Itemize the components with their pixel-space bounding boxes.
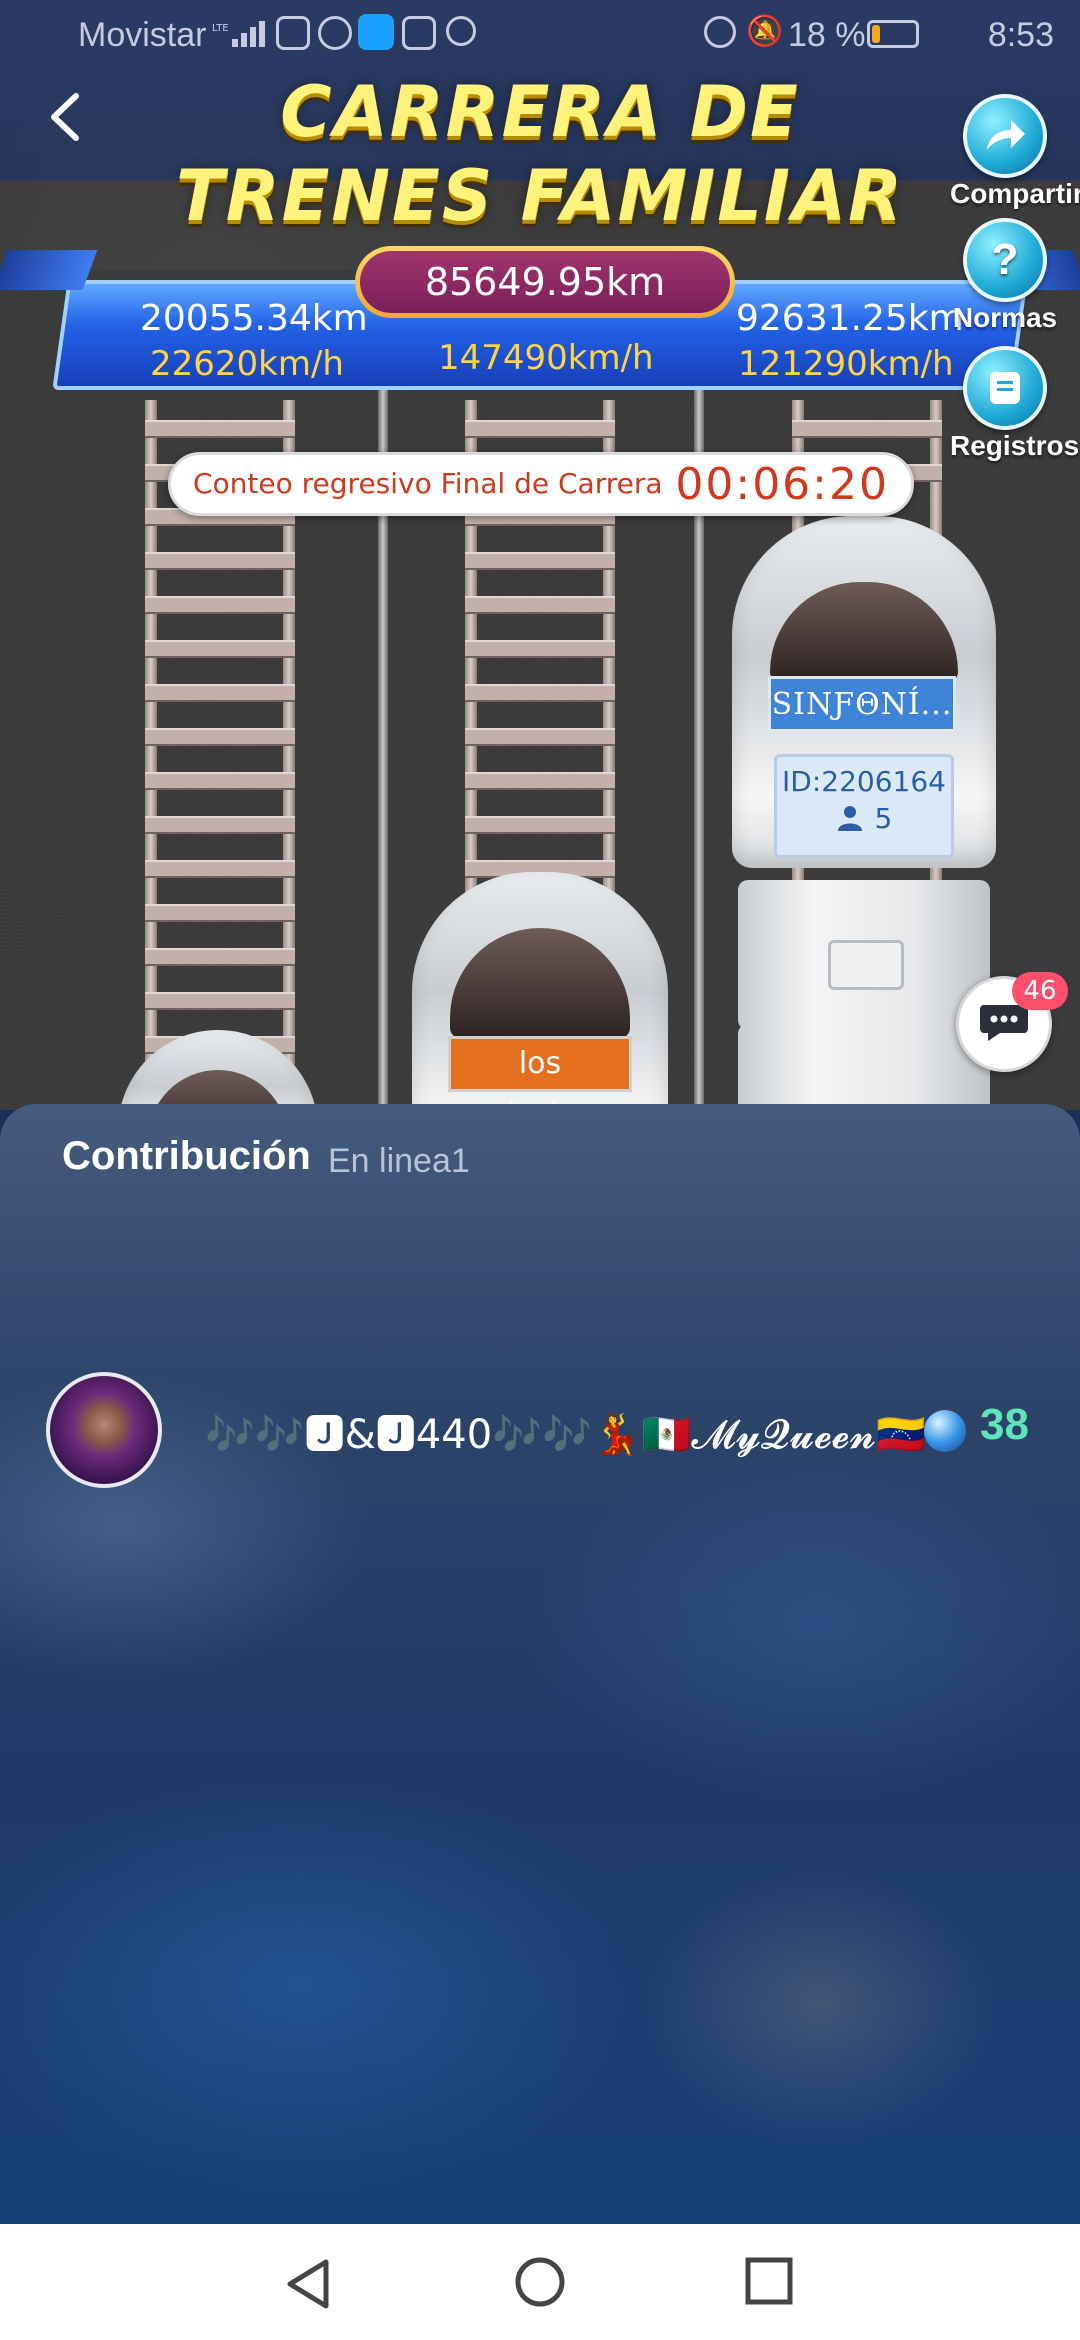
records-button[interactable]: Registros (950, 346, 1080, 462)
train-right-car (738, 1024, 990, 1110)
lane-distance: 92631.25km (736, 298, 964, 339)
train-middle-name: los extrate... (448, 1036, 632, 1110)
back-button[interactable] (46, 92, 86, 141)
lane-speed: 121290km/h (738, 344, 954, 384)
share-label: Compartir (950, 178, 1080, 209)
train-right-id-panel: ID:2206164 5 (774, 754, 954, 858)
train-right-car (738, 880, 990, 1030)
countdown-panel: Conteo regresivo Final de Carrera 00:06:… (168, 452, 914, 516)
records-icon (963, 346, 1047, 430)
title-line: CARRERA DE (280, 71, 800, 153)
title-line: TRENES FAMILIAR (175, 155, 905, 237)
chat-unread-badge: 46 (1012, 972, 1068, 1010)
signal-icon: LTE (212, 18, 268, 58)
lane-speed: 147490km/h (438, 338, 654, 378)
back-nav-icon[interactable] (282, 2256, 334, 2309)
member-icon (836, 802, 875, 835)
share-button[interactable]: Compartir (950, 94, 1080, 210)
avatar[interactable] (46, 1372, 162, 1488)
alarm-icon (704, 16, 736, 48)
mute-icon: 🔕 (746, 14, 784, 49)
countdown-label: Conteo regresivo Final de Carrera (193, 467, 663, 500)
battery-level (872, 25, 880, 43)
app-icon (446, 16, 476, 46)
app-icon (276, 16, 310, 50)
train-right-name: SΙΝƑΘΝÍ... (768, 676, 956, 732)
contribution-title: Contribución (62, 1134, 311, 1178)
svg-text:LTE: LTE (212, 23, 229, 34)
gem-icon (924, 1410, 966, 1452)
battery-icon (867, 20, 919, 48)
rules-button[interactable]: ? Normas (950, 218, 1060, 334)
rules-label: Normas (952, 302, 1058, 333)
system-nav-bar (0, 2224, 1080, 2340)
share-icon (963, 94, 1047, 178)
countdown-time: 00:06:20 (675, 459, 889, 510)
home-nav-icon[interactable] (514, 2256, 566, 2308)
page-title: CARRERA DE TRENES FAMILIAR (140, 70, 940, 238)
carrier-name: Movistar (78, 16, 207, 54)
member-name: 🎶🎶🅹&🅹440🎶🎶💃🇲🇽𝓜𝔂𝓠𝓾𝓮𝓮𝓷🇻🇪 (205, 1412, 926, 1458)
records-label: Registros (950, 430, 1080, 461)
race-area: los extrate... SΙΝƑΘΝÍ... ID:2206164 5 8… (0, 0, 1080, 1110)
online-count: En linea1 (328, 1142, 470, 1180)
list-item[interactable]: 🎶🎶🅹&🅹440🎶🎶💃🇲🇽𝓜𝔂𝓠𝓾𝓮𝓮𝓷🇻🇪 38 (0, 1224, 1080, 1488)
question-icon: ? (963, 218, 1047, 302)
contribution-panel: Contribución En linea1 🎶🎶🅹&🅹440🎶🎶💃🇲🇽𝓜𝔂𝓠𝓾… (0, 1104, 1080, 2224)
recents-nav-icon[interactable] (744, 2256, 796, 2308)
battery-percent: 18 % (788, 16, 866, 54)
contribution-score: 38 (980, 1400, 1029, 1449)
leader-distance: 85649.95km (360, 251, 730, 313)
status-bar: Movistar LTE 🔕 18 % 8:53 (0, 0, 1080, 72)
family-id: ID:2206164 (782, 765, 946, 798)
lane-speed: 22620km/h (150, 344, 344, 384)
whatsapp-icon (318, 16, 352, 50)
lane-distance: 20055.34km (140, 298, 368, 339)
clock: 8:53 (987, 16, 1054, 54)
banner-wing-left (0, 250, 98, 290)
member-count: 5 (874, 802, 893, 835)
search-app-icon (358, 14, 394, 50)
leader-distance-pill: 85649.95km (355, 246, 735, 318)
instagram-icon (402, 16, 436, 50)
